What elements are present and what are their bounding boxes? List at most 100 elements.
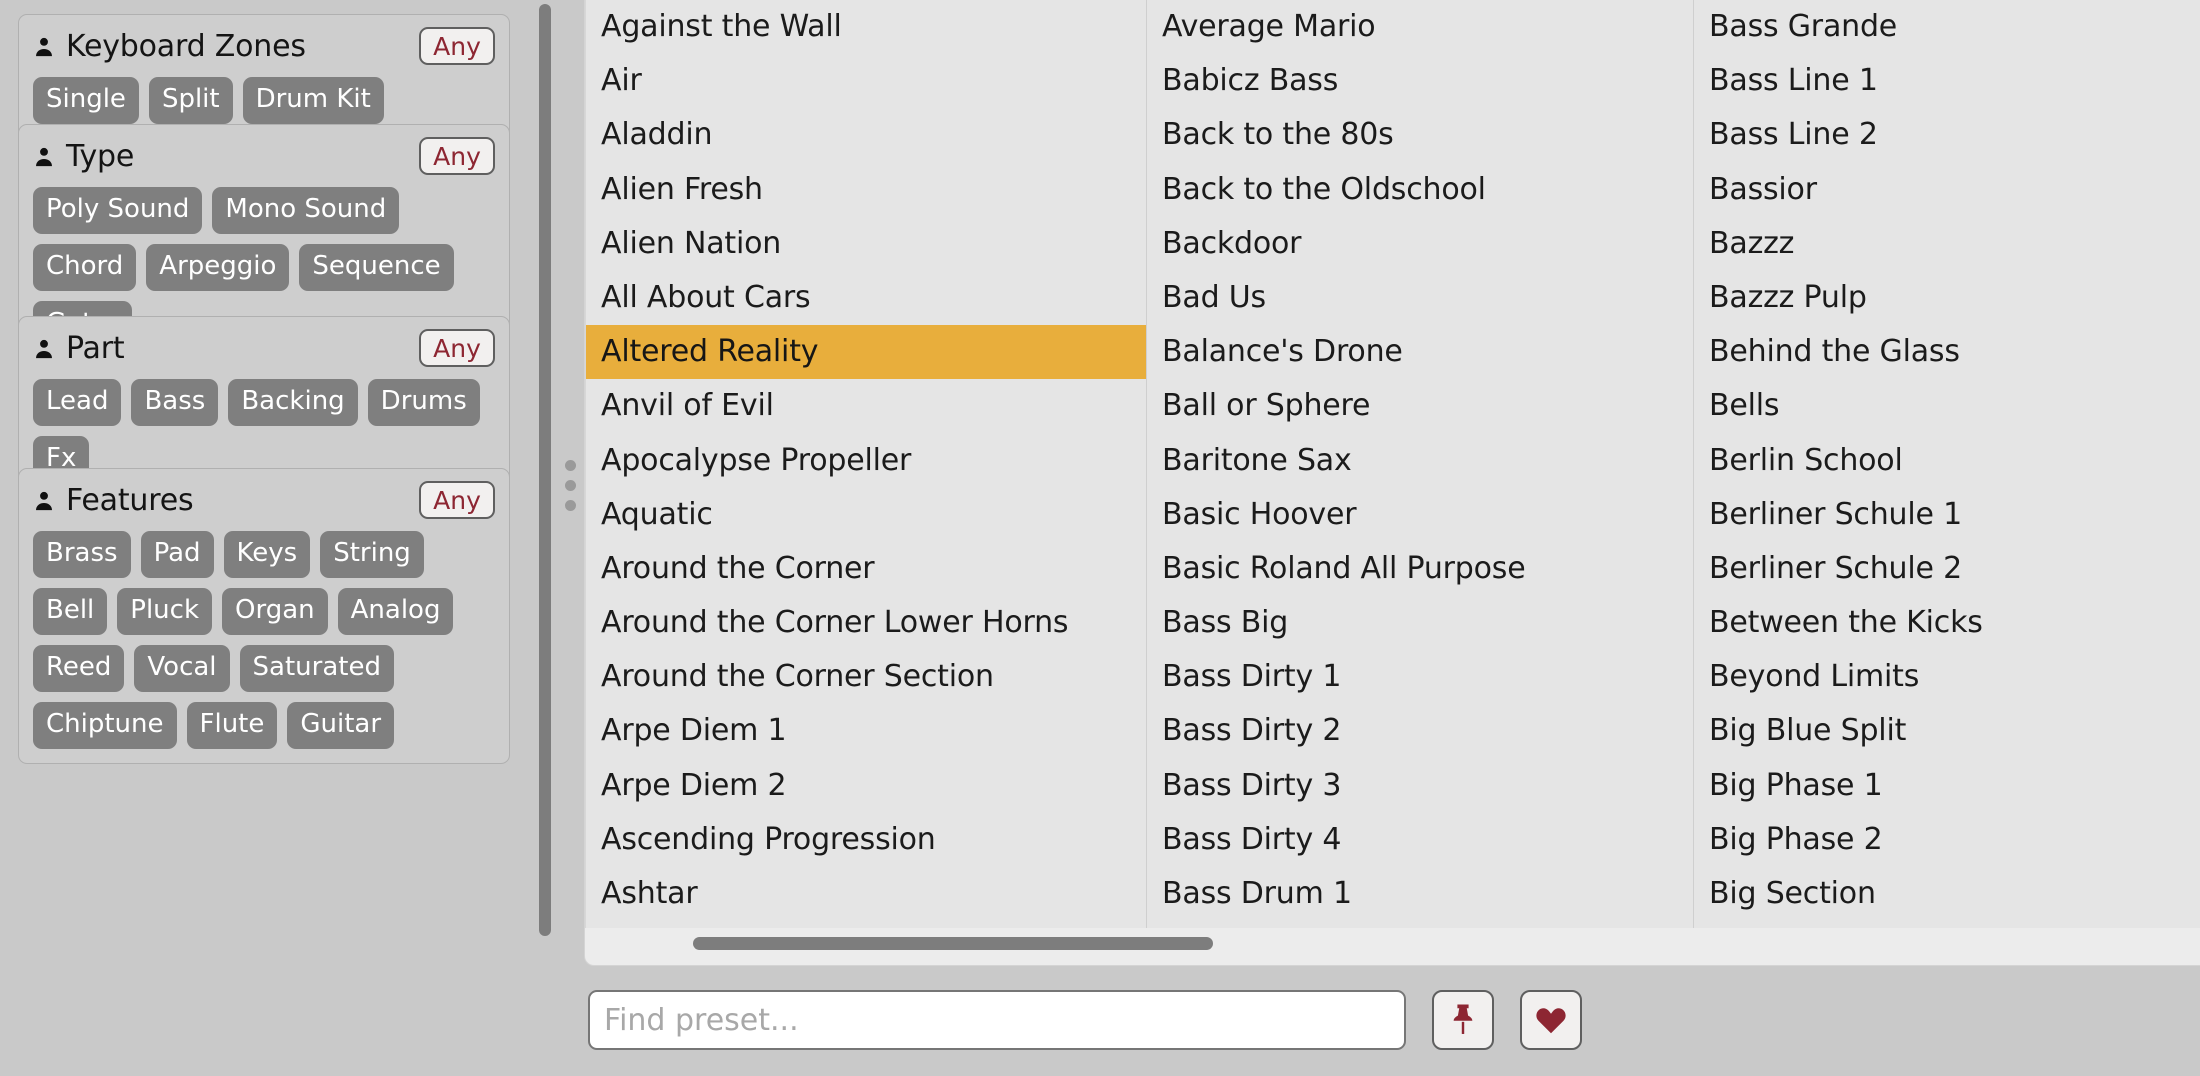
preset-item[interactable]: Bells (1694, 379, 2200, 433)
preset-item[interactable]: Balance's Drone (1147, 325, 1693, 379)
preset-item[interactable]: Big Section (1694, 867, 2200, 921)
sidebar-scrollbar-thumb[interactable] (539, 4, 551, 936)
preset-item[interactable]: Aquatic (586, 488, 1146, 542)
preset-item[interactable]: Ashtar (586, 867, 1146, 921)
filter-tag[interactable]: Keys (223, 531, 311, 578)
person-icon (36, 37, 52, 57)
preset-item[interactable]: Aladdin (586, 108, 1146, 162)
preset-item[interactable]: Berliner Schule 2 (1694, 542, 2200, 596)
preset-item[interactable]: Bass Line 1 (1694, 54, 2200, 108)
preset-item[interactable]: Ascending Progression (586, 813, 1146, 867)
preset-item[interactable]: Against the Wall (586, 0, 1146, 54)
preset-item[interactable]: Alien Nation (586, 217, 1146, 271)
filter-tag[interactable]: Single (33, 77, 139, 124)
preset-item[interactable]: Back to the Oldschool (1147, 163, 1693, 217)
preset-item[interactable]: Bazzz (1694, 217, 2200, 271)
person-icon (36, 147, 52, 167)
filter-tag[interactable]: Guitar (287, 702, 395, 749)
filter-tag[interactable]: Split (148, 77, 233, 124)
filter-tag[interactable]: String (320, 531, 424, 578)
preset-item[interactable]: Berliner Schule 1 (1694, 488, 2200, 542)
filter-tag[interactable]: Drums (367, 379, 480, 426)
preset-item[interactable]: Bazzz Pulp (1694, 271, 2200, 325)
filter-tag[interactable]: Mono Sound (212, 187, 400, 234)
preset-item[interactable]: Between the Kicks (1694, 596, 2200, 650)
facet-title: Part (66, 331, 125, 366)
preset-item[interactable]: Beyond Limits (1694, 650, 2200, 704)
filter-tag[interactable]: Flute (186, 702, 278, 749)
filter-tag[interactable]: Chiptune (33, 702, 177, 749)
pin-button[interactable] (1432, 990, 1494, 1050)
filter-tag[interactable]: Saturated (239, 645, 394, 692)
preset-item[interactable]: Bass Dirty 2 (1147, 704, 1693, 758)
preset-item[interactable]: Arpe Diem 2 (586, 759, 1146, 813)
any-button-part[interactable]: Any (419, 329, 495, 367)
filter-tag[interactable]: Reed (33, 645, 125, 692)
any-button-type[interactable]: Any (419, 137, 495, 175)
preset-item[interactable]: Big Phase 2 (1694, 813, 2200, 867)
preset-item[interactable]: Arpe Diem 1 (586, 704, 1146, 758)
preset-item[interactable]: Apocalypse Propeller (586, 434, 1146, 488)
filter-tag[interactable]: Backing (228, 379, 358, 426)
preset-column: Average Mario Babicz Bass Back to the 80… (1147, 0, 1694, 928)
preset-item[interactable]: Around the Corner Section (586, 650, 1146, 704)
pin-icon (1453, 1004, 1473, 1034)
person-icon (36, 339, 52, 359)
list-horizontal-scrollbar-track[interactable] (585, 933, 2200, 957)
preset-item[interactable]: Bass Big (1147, 596, 1693, 650)
filter-tag[interactable]: Vocal (134, 645, 230, 692)
preset-item[interactable]: Air (586, 54, 1146, 108)
preset-item[interactable]: All About Cars (586, 271, 1146, 325)
filter-tag[interactable]: Analog (337, 588, 454, 635)
preset-item[interactable]: Back to the 80s (1147, 108, 1693, 162)
panel-splitter[interactable] (556, 0, 584, 970)
tag-list: Brass Pad Keys String Bell Pluck Organ A… (33, 531, 495, 749)
preset-item[interactable]: Bass Line 2 (1694, 108, 2200, 162)
preset-item[interactable]: Average Mario (1147, 0, 1693, 54)
preset-item[interactable]: Bass Drum 1 (1147, 867, 1693, 921)
preset-item[interactable]: Basic Roland All Purpose (1147, 542, 1693, 596)
preset-item[interactable]: Bass Grande (1694, 0, 2200, 54)
list-horizontal-scrollbar-thumb[interactable] (693, 937, 1213, 950)
any-button-features[interactable]: Any (419, 481, 495, 519)
person-icon (36, 491, 52, 511)
filter-tag[interactable]: Lead (33, 379, 122, 426)
filter-tag[interactable]: Bass (131, 379, 219, 426)
filter-tag[interactable]: Pad (140, 531, 214, 578)
preset-item[interactable]: Berlin School (1694, 434, 2200, 488)
preset-item[interactable]: Bass Dirty 3 (1147, 759, 1693, 813)
preset-item[interactable]: Bass Dirty 1 (1147, 650, 1693, 704)
search-input[interactable] (588, 990, 1406, 1050)
tag-list: Single Split Drum Kit (33, 77, 495, 124)
preset-item[interactable]: Behind the Glass (1694, 325, 2200, 379)
filter-tag[interactable]: Pluck (117, 588, 213, 635)
favorite-button[interactable] (1520, 990, 1582, 1050)
filter-tag[interactable]: Arpeggio (146, 244, 290, 291)
filter-tag[interactable]: Drum Kit (242, 77, 384, 124)
preset-item[interactable]: Ball or Sphere (1147, 379, 1693, 433)
preset-item[interactable]: Bass Dirty 4 (1147, 813, 1693, 867)
preset-item[interactable]: Babicz Bass (1147, 54, 1693, 108)
facet-header: Features Any (33, 479, 495, 523)
filter-tag[interactable]: Sequence (299, 244, 454, 291)
preset-item[interactable]: Baritone Sax (1147, 434, 1693, 488)
filter-tag[interactable]: Brass (33, 531, 131, 578)
preset-item[interactable]: Bad Us (1147, 271, 1693, 325)
filter-tag[interactable]: Chord (33, 244, 137, 291)
preset-item[interactable]: Backdoor (1147, 217, 1693, 271)
preset-item[interactable]: Big Phase 1 (1694, 759, 2200, 813)
filter-tag[interactable]: Organ (222, 588, 328, 635)
preset-item-selected[interactable]: Altered Reality (586, 325, 1146, 380)
facet-title: Keyboard Zones (66, 29, 306, 64)
preset-item[interactable]: Around the Corner Lower Horns (586, 596, 1146, 650)
preset-item[interactable]: Basic Hoover (1147, 488, 1693, 542)
any-button-keyboard-zones[interactable]: Any (419, 27, 495, 65)
filter-tag[interactable]: Bell (33, 588, 108, 635)
filter-tag[interactable]: Poly Sound (33, 187, 203, 234)
preset-item[interactable]: Around the Corner (586, 542, 1146, 596)
facet-header: Type Any (33, 135, 495, 179)
preset-item[interactable]: Alien Fresh (586, 163, 1146, 217)
preset-item[interactable]: Anvil of Evil (586, 379, 1146, 433)
preset-item[interactable]: Big Blue Split (1694, 704, 2200, 758)
preset-item[interactable]: Bassior (1694, 163, 2200, 217)
